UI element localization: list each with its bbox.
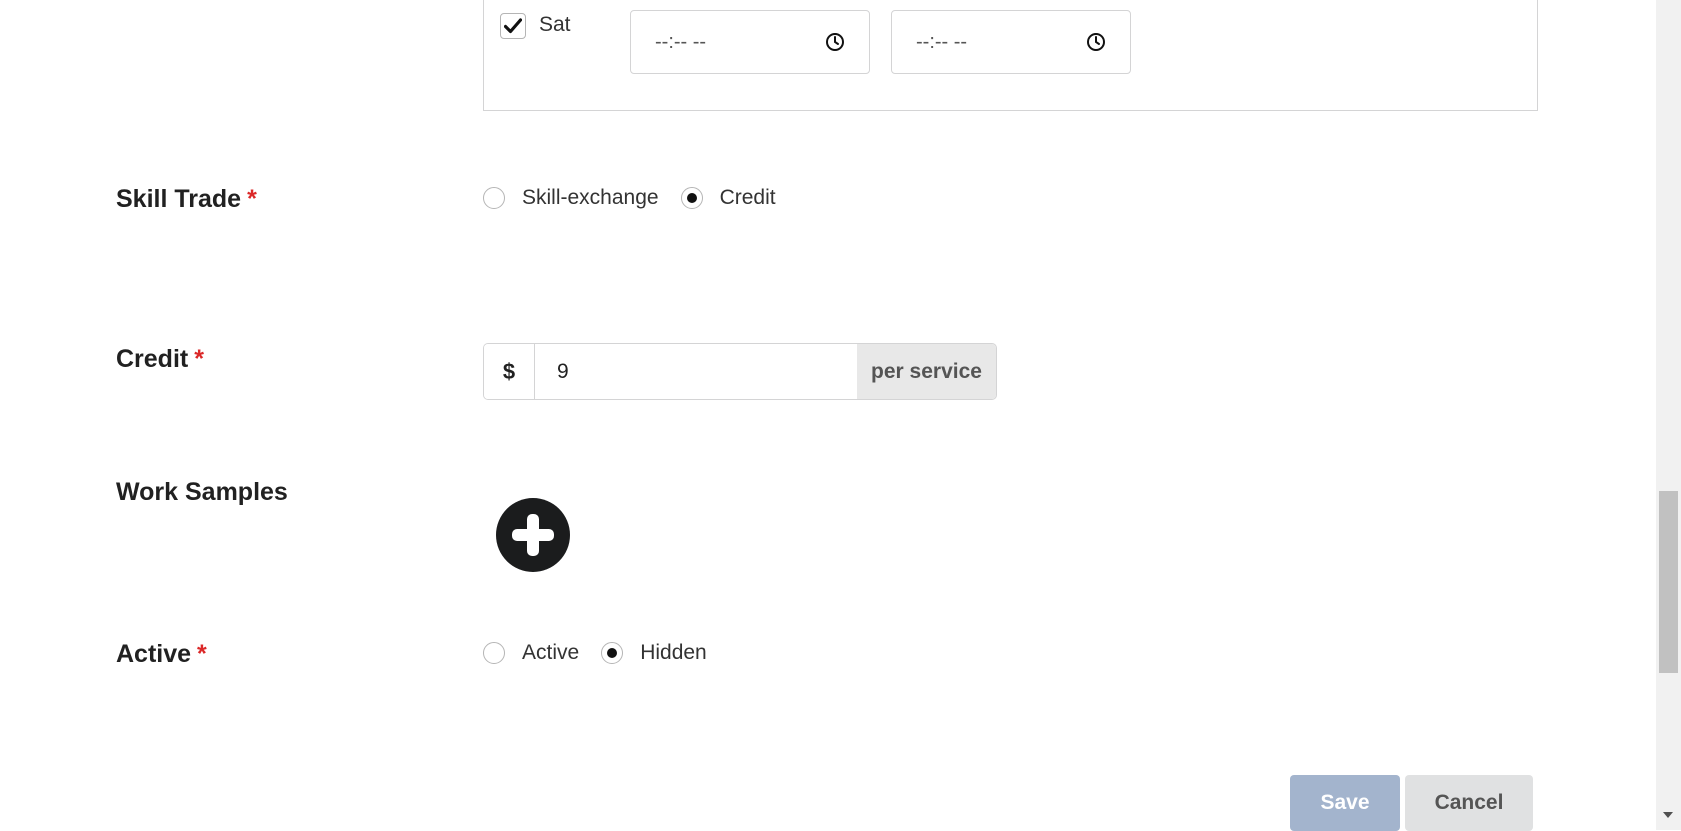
scrollbar-track[interactable] [1656,0,1681,830]
sat-end-time-input[interactable]: --:-- -- [891,10,1131,74]
active-radio[interactable] [483,642,505,664]
currency-prefix: $ [484,344,535,399]
credit-unit-label: per service [857,344,996,399]
end-time-value: --:-- -- [916,30,968,53]
scroll-down-arrow-icon[interactable] [1663,812,1673,818]
required-asterisk: * [197,640,207,668]
checkmark-icon [504,18,522,34]
active-option-label[interactable]: Active [522,641,579,665]
skill-trade-label: Skill Trade * [116,185,257,214]
credit-label: Credit * [116,345,204,374]
hidden-radio[interactable] [601,642,624,664]
credit-amount-input[interactable] [535,344,857,399]
skill-exchange-radio[interactable] [483,187,505,209]
radio-selected-dot [607,648,618,658]
hidden-option-label[interactable]: Hidden [640,641,707,665]
clock-icon[interactable] [1086,32,1106,52]
plus-icon [512,514,554,556]
scrollbar-thumb[interactable] [1659,491,1678,673]
required-asterisk: * [247,185,257,213]
active-radio-group: Active Hidden [483,641,729,665]
credit-option-label[interactable]: Credit [720,186,776,210]
credit-label-text: Credit [116,345,189,373]
skill-exchange-label[interactable]: Skill-exchange [522,186,659,210]
required-asterisk: * [194,345,204,373]
clock-icon[interactable] [825,32,845,52]
cancel-button[interactable]: Cancel [1405,775,1533,831]
sat-checkbox[interactable] [500,13,526,39]
active-label: Active * [116,640,207,669]
skill-trade-radio-group: Skill-exchange Credit [483,186,798,210]
save-button[interactable]: Save [1290,775,1400,831]
credit-input-group: $ per service [483,343,997,400]
radio-selected-dot [686,193,697,203]
active-label-text: Active [116,640,192,668]
skill-trade-label-text: Skill Trade [116,185,242,213]
start-time-value: --:-- -- [655,30,707,53]
sat-label: Sat [539,13,571,36]
sat-start-time-input[interactable]: --:-- -- [630,10,870,74]
credit-radio[interactable] [680,187,703,209]
work-samples-label: Work Samples [116,478,288,506]
add-work-sample-button[interactable] [496,498,570,572]
